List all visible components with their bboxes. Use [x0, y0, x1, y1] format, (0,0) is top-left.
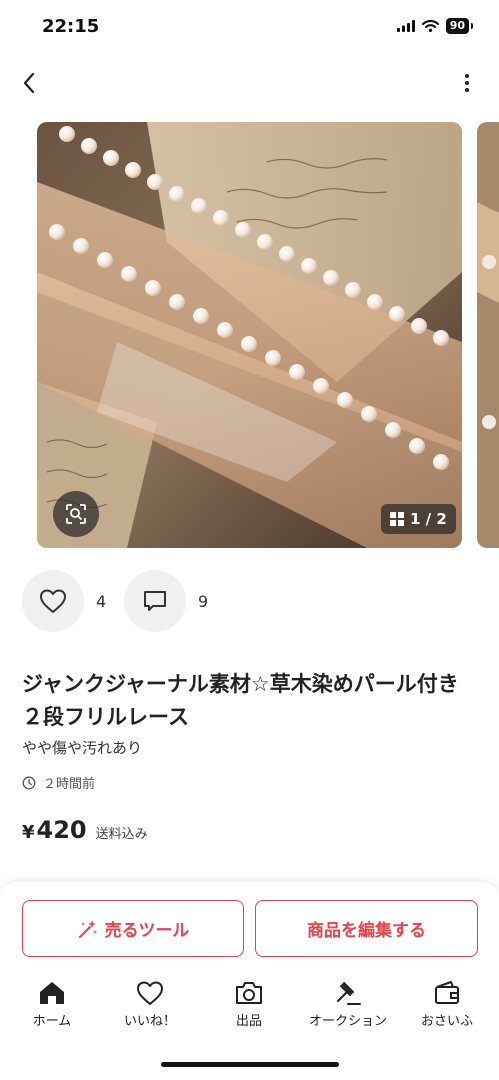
- item-price: ¥ 420 送料込み: [22, 816, 148, 844]
- battery-indicator: 90: [445, 18, 474, 34]
- like-count: 4: [96, 591, 107, 611]
- posted-time-text: ２時間前: [43, 777, 96, 792]
- tab-bar: ホーム いいね！ 出品 オークション おさいふ: [0, 980, 499, 1040]
- sell-tool-label: 売るツール: [104, 921, 190, 941]
- image-search-button[interactable]: [53, 491, 99, 537]
- more-dot-icon: [465, 74, 469, 78]
- back-button[interactable]: [14, 66, 44, 100]
- tab-wallet[interactable]: おさいふ: [397, 980, 497, 1029]
- photo-page-counter: 1 / 2: [381, 504, 456, 534]
- gavel-icon: [336, 982, 361, 1005]
- item-condition: やや傷や汚れあり: [22, 739, 143, 757]
- price-value: 420: [36, 816, 87, 844]
- product-photo-image: [37, 122, 462, 548]
- more-dot-icon: [465, 88, 469, 92]
- comment-count: 9: [198, 591, 209, 611]
- wifi-icon: [421, 20, 439, 32]
- tab-label: いいね！: [123, 1014, 176, 1029]
- posted-time: ２時間前: [22, 773, 95, 792]
- tab-label: おさいふ: [420, 1014, 473, 1029]
- camera-icon: [236, 982, 262, 1004]
- tab-label: ホーム: [32, 1014, 72, 1029]
- tab-label: オークション: [308, 1014, 387, 1029]
- tab-label: 出品: [235, 1014, 262, 1029]
- grid-icon: [390, 512, 404, 526]
- signal-icon: [396, 20, 415, 32]
- chevron-left-icon: [23, 72, 35, 94]
- bottom-panel: 売るツール 商品を編集する ホーム いいね！ 出品 オークション おさいふ: [0, 882, 499, 1080]
- shipping-note: 送料込み: [95, 827, 148, 842]
- more-options-button[interactable]: [457, 66, 477, 100]
- next-photo-preview[interactable]: [477, 122, 499, 548]
- comment-button[interactable]: [124, 570, 186, 632]
- more-dot-icon: [465, 81, 469, 85]
- wallet-icon: [435, 981, 459, 1004]
- like-button[interactable]: [22, 570, 84, 632]
- status-icons: 90: [396, 18, 474, 34]
- tab-likes[interactable]: いいね！: [100, 980, 200, 1029]
- edit-item-button[interactable]: 商品を編集する: [255, 900, 478, 957]
- price-currency: ¥: [22, 822, 35, 843]
- sell-tool-button[interactable]: 売るツール: [22, 900, 244, 957]
- heart-icon: [137, 981, 163, 1005]
- home-indicator: [161, 1062, 339, 1067]
- edit-item-label: 商品を編集する: [307, 921, 426, 941]
- product-photo[interactable]: [37, 122, 462, 548]
- item-actions: 4 9: [22, 570, 226, 632]
- status-time: 22:15: [42, 16, 100, 37]
- tab-home[interactable]: ホーム: [2, 980, 102, 1029]
- comment-icon: [144, 591, 166, 611]
- image-search-icon: [66, 504, 86, 524]
- photo-gallery[interactable]: 1 / 2: [0, 122, 499, 548]
- page-counter-text: 1 / 2: [410, 510, 447, 528]
- tab-listing[interactable]: 出品: [199, 980, 299, 1029]
- item-title: ジャンクジャーナル素材☆草木染めパール付き２段フリルレース: [22, 672, 459, 729]
- heart-icon: [40, 589, 66, 613]
- status-bar: 22:15 90: [0, 0, 499, 56]
- sparkle-wand-icon: [78, 919, 97, 938]
- nav-bar: [0, 60, 499, 106]
- tab-auction[interactable]: オークション: [298, 980, 398, 1029]
- home-icon: [40, 982, 64, 1004]
- clock-icon: [22, 776, 36, 789]
- next-photo-image: [477, 122, 499, 548]
